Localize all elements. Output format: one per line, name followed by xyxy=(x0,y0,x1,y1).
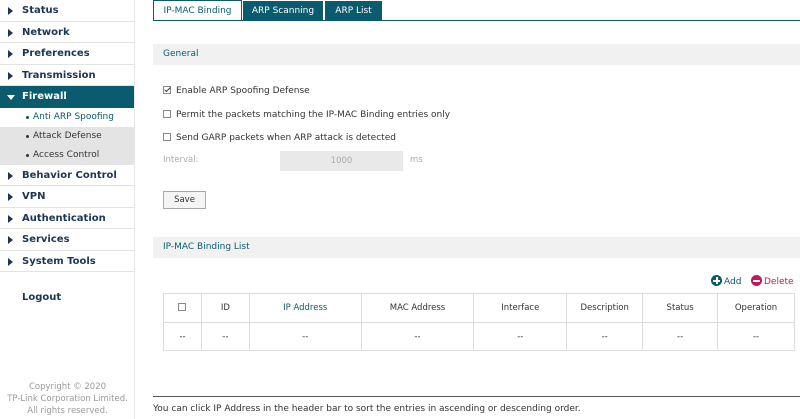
chevron-right-icon xyxy=(8,50,13,58)
section-header-general: General xyxy=(153,44,800,65)
option-send-garp-packets[interactable]: Send GARP packets when ARP attack is det… xyxy=(163,131,396,145)
bullet-icon xyxy=(26,134,29,138)
header-operation: Operation xyxy=(717,293,795,323)
sidebar-subitem-access-control[interactable]: Access Control xyxy=(0,145,134,165)
chevron-right-icon xyxy=(8,171,13,180)
delete-button[interactable]: Delete xyxy=(751,275,794,287)
sidebar-subitem-attack-defense[interactable]: Attack Defense xyxy=(0,126,134,146)
chevron-right-icon xyxy=(8,236,13,244)
checkbox-permit-matching-packets[interactable] xyxy=(163,110,171,118)
table-cell: -- xyxy=(473,322,568,351)
checkbox-send-garp-packets[interactable] xyxy=(163,133,171,141)
sidebar-item-transmission[interactable]: Transmission xyxy=(0,65,134,86)
option-enable-arp-spoofing-defense[interactable]: Enable ARP Spoofing Defense xyxy=(163,84,310,98)
add-label: Add xyxy=(724,277,742,287)
sidebar-item-label: Network xyxy=(22,26,70,38)
sidebar-item-behavior-control[interactable]: Behavior Control xyxy=(0,165,134,186)
minus-circle-icon xyxy=(751,275,762,286)
sidebar-item-firewall[interactable]: Firewall xyxy=(0,86,134,108)
option-permit-matching-packets[interactable]: Permit the packets matching the IP-MAC B… xyxy=(163,108,450,122)
sidebar-item-label: Preferences xyxy=(22,48,90,59)
table-cell: -- xyxy=(248,322,362,351)
add-button[interactable]: Add xyxy=(711,275,741,287)
table-cell: -- xyxy=(360,322,475,351)
table-cell: -- xyxy=(163,322,202,351)
option-label: Enable ARP Spoofing Defense xyxy=(176,86,310,96)
table-cell: -- xyxy=(200,322,250,351)
header-select-all[interactable] xyxy=(163,293,202,323)
sidebar-subitem-anti-arp-spoofing[interactable]: Anti ARP Spoofing xyxy=(0,107,134,127)
table-header-row: ID IP Address MAC Address Interface Desc… xyxy=(163,293,795,323)
chevron-right-icon xyxy=(8,28,13,37)
sidebar-item-services[interactable]: Services xyxy=(0,229,134,251)
sidebar-item-label: Authentication xyxy=(22,212,106,224)
sidebar: Status Network Preferences Transmission … xyxy=(0,0,135,419)
sidebar-subitem-label: Attack Defense xyxy=(33,130,102,141)
table-cell: -- xyxy=(717,322,795,351)
bullet-icon xyxy=(26,115,29,119)
copyright-line: Copyright © 2020 xyxy=(28,382,107,392)
section-header-binding-list: IP-MAC Binding List xyxy=(153,237,800,258)
checkbox-select-all[interactable] xyxy=(178,303,187,311)
copyright-line: TP-Link Corporation Limited. xyxy=(7,394,128,404)
save-button[interactable]: Save xyxy=(163,191,206,209)
option-label: Send GARP packets when ARP attack is det… xyxy=(176,133,396,143)
sidebar-item-status[interactable]: Status xyxy=(0,0,134,22)
copyright-line: All rights reserved. xyxy=(27,406,108,416)
delete-label: Delete xyxy=(764,277,794,287)
tab-arp-list[interactable]: ARP List xyxy=(325,1,382,21)
table-row: -- -- -- -- -- -- -- -- xyxy=(163,322,795,351)
tab-underline xyxy=(153,20,800,21)
chevron-right-icon xyxy=(8,71,13,80)
header-mac-address: MAC Address xyxy=(360,293,475,323)
chevron-right-icon xyxy=(8,7,13,15)
table-cell: -- xyxy=(566,322,644,351)
plus-circle-icon xyxy=(711,275,722,286)
header-description: Description xyxy=(566,293,644,323)
sidebar-subitem-label: Anti ARP Spoofing xyxy=(33,111,114,122)
sidebar-item-label: VPN xyxy=(22,191,46,202)
chevron-right-icon xyxy=(8,214,13,223)
logout-link[interactable]: Logout xyxy=(22,292,61,303)
table-cell: -- xyxy=(642,322,719,351)
chevron-right-icon xyxy=(8,257,13,266)
header-id: ID xyxy=(200,293,250,323)
sort-hint-note: You can click IP Address in the header b… xyxy=(153,404,581,414)
option-label: Permit the packets matching the IP-MAC B… xyxy=(176,110,451,120)
bullet-icon xyxy=(26,153,29,157)
header-interface: Interface xyxy=(473,293,568,323)
tab-ip-mac-binding[interactable]: IP-MAC Binding xyxy=(153,0,242,21)
chevron-down-icon xyxy=(7,95,15,100)
copyright-text: Copyright © 2020 TP-Link Corporation Lim… xyxy=(0,381,135,417)
checkbox-enable-arp-spoofing-defense[interactable] xyxy=(163,86,171,94)
sidebar-item-label: System Tools xyxy=(22,255,96,267)
sidebar-item-authentication[interactable]: Authentication xyxy=(0,208,134,229)
chevron-right-icon xyxy=(8,193,13,201)
interval-label: Interval: xyxy=(163,155,199,165)
sidebar-item-system-tools[interactable]: System Tools xyxy=(0,251,134,272)
tab-arp-scanning[interactable]: ARP Scanning xyxy=(243,1,323,21)
interval-input[interactable] xyxy=(280,151,403,171)
header-ip-address[interactable]: IP Address xyxy=(248,293,362,323)
sidebar-item-label: Behavior Control xyxy=(22,169,117,181)
header-status: Status xyxy=(642,293,719,323)
sidebar-item-preferences[interactable]: Preferences xyxy=(0,43,134,65)
binding-table: ID IP Address MAC Address Interface Desc… xyxy=(163,293,795,351)
sidebar-item-label: Firewall xyxy=(22,91,67,102)
sidebar-item-label: Status xyxy=(22,5,59,16)
interval-unit: ms xyxy=(410,155,423,165)
sidebar-item-label: Transmission xyxy=(22,69,96,81)
sidebar-item-vpn[interactable]: VPN xyxy=(0,186,134,208)
sidebar-item-label: Services xyxy=(22,234,70,245)
footer-divider xyxy=(153,396,800,397)
sidebar-item-network[interactable]: Network xyxy=(0,22,134,43)
sidebar-subitem-label: Access Control xyxy=(33,149,100,160)
